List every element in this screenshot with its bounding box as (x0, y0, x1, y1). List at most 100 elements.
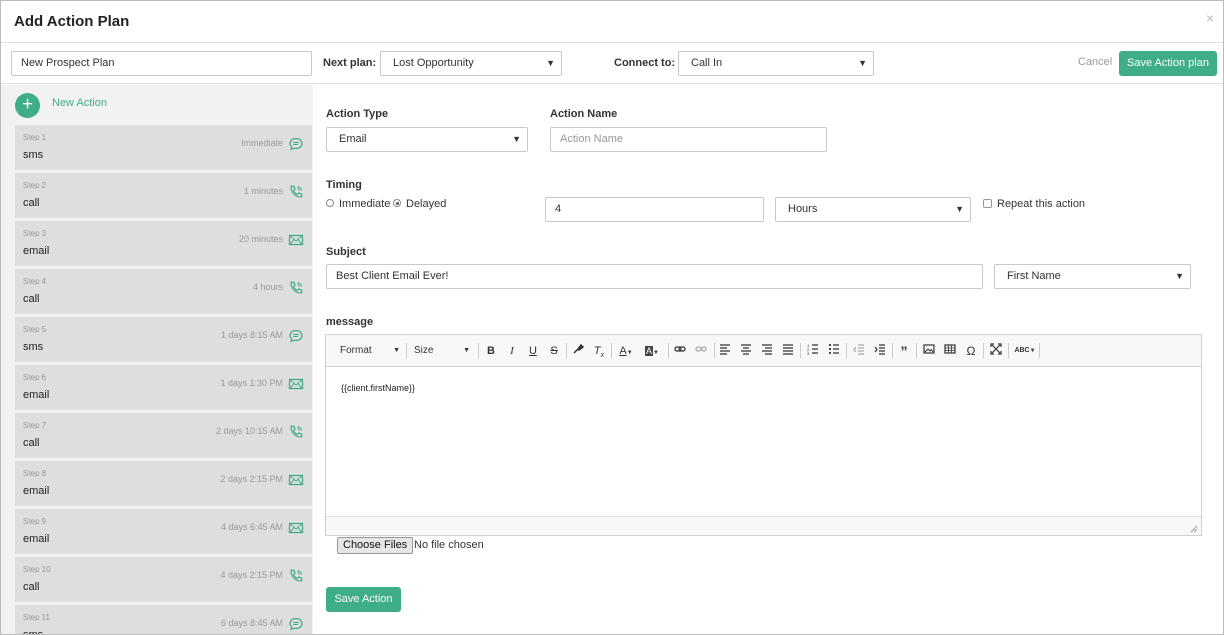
remove-format-icon[interactable]: Tx (592, 343, 606, 359)
format-painter-icon[interactable] (571, 343, 585, 359)
step-timing: 1 days 1:30 PM (220, 378, 283, 388)
indent-icon[interactable] (873, 343, 887, 359)
step-number: Step 7 (23, 421, 47, 430)
toolbar-separator (892, 343, 893, 358)
toolbar-separator (406, 343, 407, 358)
toolbar-separator (846, 343, 847, 358)
subject-input[interactable]: Best Client Email Ever! (326, 264, 983, 289)
email-icon (288, 232, 304, 248)
bullet-list-icon[interactable] (827, 343, 841, 359)
step-timing: 4 hours (252, 282, 283, 292)
underline-icon[interactable]: U (526, 343, 540, 359)
editor-footer (326, 516, 1201, 535)
plan-name-input[interactable]: New Prospect Plan (11, 51, 312, 76)
step-item[interactable]: Step 10 call 4 days 2:15 PM (15, 557, 312, 602)
save-action-plan-button[interactable]: Save Action plan (1119, 51, 1217, 76)
step-item[interactable]: Step 6 email 1 days 1:30 PM (15, 365, 312, 410)
blockquote-icon[interactable]: ” (897, 343, 911, 359)
link-icon[interactable] (673, 343, 687, 359)
size-dropdown[interactable]: Size ▼ (414, 343, 470, 359)
sms-icon (288, 136, 304, 152)
next-plan-select[interactable]: Lost Opportunity ▼ (380, 51, 562, 76)
step-type: sms (23, 341, 44, 353)
merge-field-value: First Name (1007, 270, 1061, 282)
outdent-icon[interactable] (852, 343, 866, 359)
step-item[interactable]: Step 7 call 2 days 10:15 AM (15, 413, 312, 458)
unlink-icon[interactable] (694, 343, 708, 359)
modal-title: Add Action Plan (14, 13, 130, 30)
delay-unit-select[interactable]: Hours ▼ (775, 197, 971, 222)
toolbar-separator (668, 343, 669, 358)
repeat-checkbox[interactable] (983, 199, 992, 208)
align-right-icon[interactable] (760, 343, 774, 359)
action-type-select[interactable]: Email ▼ (326, 127, 528, 152)
editor-toolbar: Format ▼ Size ▼ B I U S Tx A▼ A▼ 1 2 3 ”… (326, 335, 1201, 367)
toolbar-separator (800, 343, 801, 358)
cancel-button[interactable]: Cancel (1078, 56, 1112, 68)
step-number: Step 2 (23, 181, 47, 190)
step-type: sms (23, 149, 44, 161)
toolbar-separator (566, 343, 567, 358)
toolbar-separator (1008, 343, 1009, 358)
numbered-list-icon[interactable]: 123 (806, 343, 820, 359)
align-center-icon[interactable] (739, 343, 753, 359)
spellcheck-icon[interactable]: ABC▼ (1014, 343, 1036, 359)
format-dropdown[interactable]: Format ▼ (340, 343, 400, 359)
svg-text:3: 3 (807, 351, 810, 355)
immediate-radio[interactable] (326, 199, 334, 207)
delayed-radio[interactable] (393, 199, 401, 207)
rich-text-editor: Format ▼ Size ▼ B I U S Tx A▼ A▼ 1 2 3 ”… (325, 334, 1202, 536)
add-action-plan-modal: Add Action Plan × New Prospect Plan Next… (0, 0, 1224, 635)
choose-files-button[interactable]: Choose Files (337, 537, 414, 554)
step-type: call (23, 197, 40, 209)
modal-header: Add Action Plan × (1, 1, 1223, 43)
align-left-icon[interactable] (718, 343, 732, 359)
step-item[interactable]: Step 2 call 1 minutes (15, 173, 312, 218)
chevron-down-icon: ▼ (955, 204, 964, 214)
editor-content[interactable]: {{client.firstName}} (326, 367, 1201, 516)
text-color-icon[interactable]: A▼ (616, 343, 636, 359)
connect-to-value: Call In (691, 57, 723, 69)
bold-icon[interactable]: B (484, 343, 498, 359)
next-plan-value: Lost Opportunity (393, 57, 474, 69)
step-item[interactable]: Step 1 sms Immediate (15, 125, 312, 170)
step-timing: 2 days 2:15 PM (220, 474, 283, 484)
step-item[interactable]: Step 3 email 20 minutes (15, 221, 312, 266)
step-timing: 2 days 10:15 AM (215, 426, 283, 436)
phone-icon (288, 184, 304, 200)
chevron-down-icon: ▼ (858, 58, 867, 68)
email-icon (288, 520, 304, 536)
background-color-icon[interactable]: A▼ (642, 343, 662, 359)
save-action-button[interactable]: Save Action (326, 587, 401, 612)
step-number: Step 8 (23, 469, 47, 478)
resize-handle-icon[interactable] (1190, 522, 1198, 533)
action-name-input[interactable]: Action Name (550, 127, 827, 152)
step-item[interactable]: Step 9 email 4 days 6:45 AM (15, 509, 312, 554)
strikethrough-icon[interactable]: S (547, 343, 561, 359)
step-item[interactable]: Step 5 sms 1 days 8:15 AM (15, 317, 312, 362)
step-item[interactable]: Step 8 email 2 days 2:15 PM (15, 461, 312, 506)
step-number: Step 3 (23, 229, 47, 238)
step-item[interactable]: Step 4 call 4 hours (15, 269, 312, 314)
step-type: call (23, 293, 40, 305)
justify-icon[interactable] (781, 343, 795, 359)
image-icon[interactable] (922, 343, 936, 359)
delay-amount-input[interactable]: 4 (545, 197, 764, 222)
email-icon (288, 376, 304, 392)
close-icon[interactable]: × (1206, 10, 1214, 26)
merge-field-select[interactable]: First Name ▼ (994, 264, 1191, 289)
connect-to-select[interactable]: Call In ▼ (678, 51, 874, 76)
action-form-panel: Action Type Email ▼ Action Name Action N… (314, 96, 1213, 618)
phone-icon (288, 424, 304, 440)
step-number: Step 1 (23, 133, 47, 142)
italic-icon[interactable]: I (505, 343, 519, 359)
toolbar-separator (1039, 343, 1040, 358)
repeat-label: Repeat this action (997, 198, 1086, 210)
step-number: Step 5 (23, 325, 47, 334)
special-char-icon[interactable]: Ω (964, 343, 978, 359)
plus-icon: + (15, 93, 40, 118)
step-timing: 4 days 2:15 PM (220, 570, 283, 580)
maximize-icon[interactable] (989, 343, 1003, 359)
step-item[interactable]: Step 11 sms 6 days 8:45 AM (15, 605, 312, 634)
table-icon[interactable] (943, 343, 957, 359)
